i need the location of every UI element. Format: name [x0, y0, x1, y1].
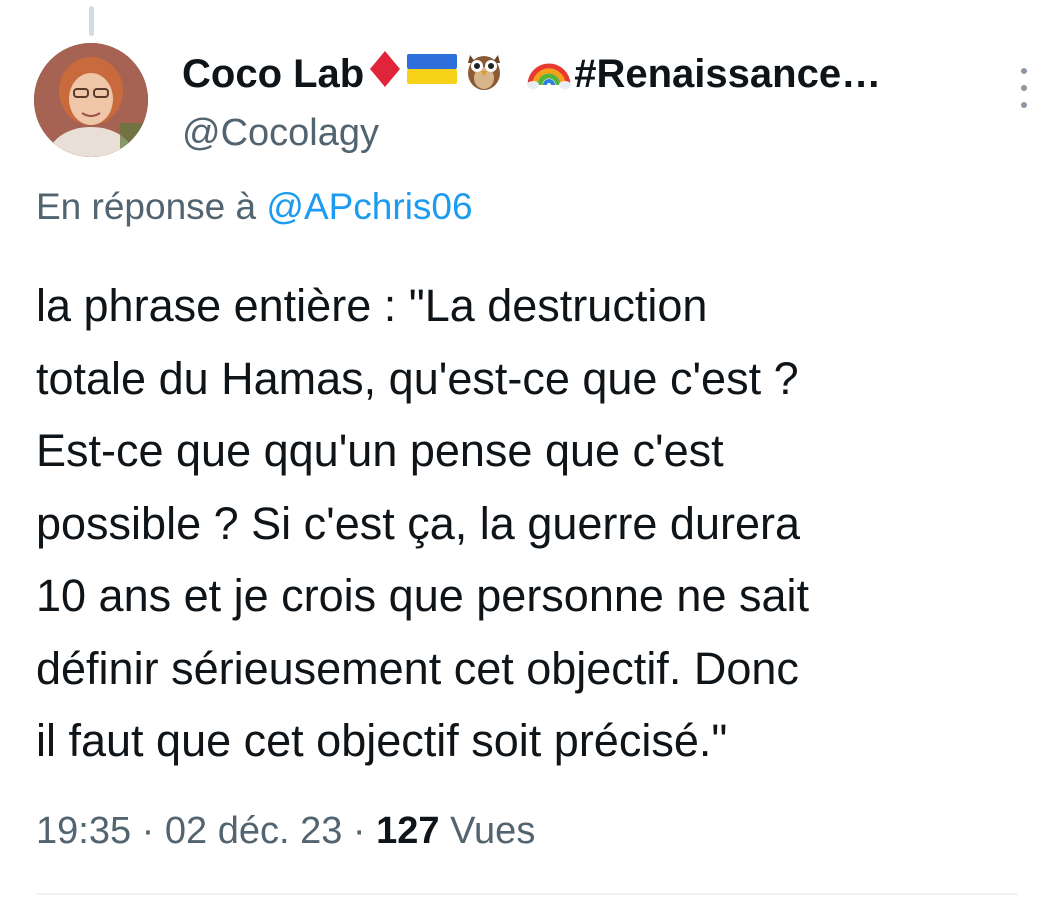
ukraine-flag-icon — [406, 51, 458, 97]
owl-icon — [464, 47, 504, 101]
reply-prefix: En réponse à — [36, 186, 257, 227]
tweet-text-line: il faut que cet objectif soit précisé." — [36, 715, 728, 766]
author-hashtag[interactable]: #Renaissance… — [574, 52, 881, 97]
tweet-text-line: définir sérieusement cet objectif. Donc — [36, 642, 799, 694]
divider — [36, 893, 1018, 895]
author-handle[interactable]: @Cocolagy — [182, 108, 972, 158]
reply-mention-link[interactable]: @APchris06 — [266, 186, 472, 227]
tweet-text: la phrase entière : "La destruction tota… — [36, 270, 1036, 778]
tweet-time[interactable]: 19:35 — [36, 810, 131, 852]
more-vertical-icon-dot — [1021, 102, 1027, 108]
tweet-detail: Coco Lab #Renaissance… @Cocolagy En répo… — [0, 0, 1055, 914]
tweet-meta: 19:35 · 02 déc. 23 · 127 Vues — [36, 810, 535, 853]
more-vertical-icon — [1021, 68, 1027, 74]
thread-connector-line — [89, 6, 94, 36]
tweet-text-line: la phrase entière : "La destruction — [36, 280, 708, 331]
tweet-text-line: Est-ce que qqu'un pense que c'est — [36, 425, 724, 476]
more-options-button[interactable] — [1012, 68, 1036, 108]
views-count[interactable]: 127 — [376, 810, 439, 852]
views-label[interactable]: Vues — [450, 810, 535, 852]
more-vertical-icon-dot — [1021, 85, 1027, 91]
meta-separator: · — [141, 810, 155, 852]
rainbow-icon — [526, 49, 572, 99]
tweet-text-line: 10 ans et je crois que personne ne sait — [36, 570, 809, 621]
tweet-header: Coco Lab #Renaissance… @Cocolagy — [182, 44, 972, 158]
reply-context: En réponse à @APchris06 — [36, 186, 473, 228]
tweet-text-line: possible ? Si c'est ça, la guerre durera — [36, 497, 800, 549]
author-name-line[interactable]: Coco Lab #Renaissance… — [182, 44, 972, 104]
tweet-text-line: totale du Hamas, qu'est-ce que c'est ? — [36, 352, 799, 404]
red-diamond-icon — [368, 49, 402, 99]
tweet-date[interactable]: 02 déc. 23 — [165, 810, 342, 852]
author-display-name[interactable]: Coco Lab — [182, 52, 364, 97]
meta-separator: · — [352, 810, 366, 852]
avatar[interactable] — [34, 43, 148, 157]
